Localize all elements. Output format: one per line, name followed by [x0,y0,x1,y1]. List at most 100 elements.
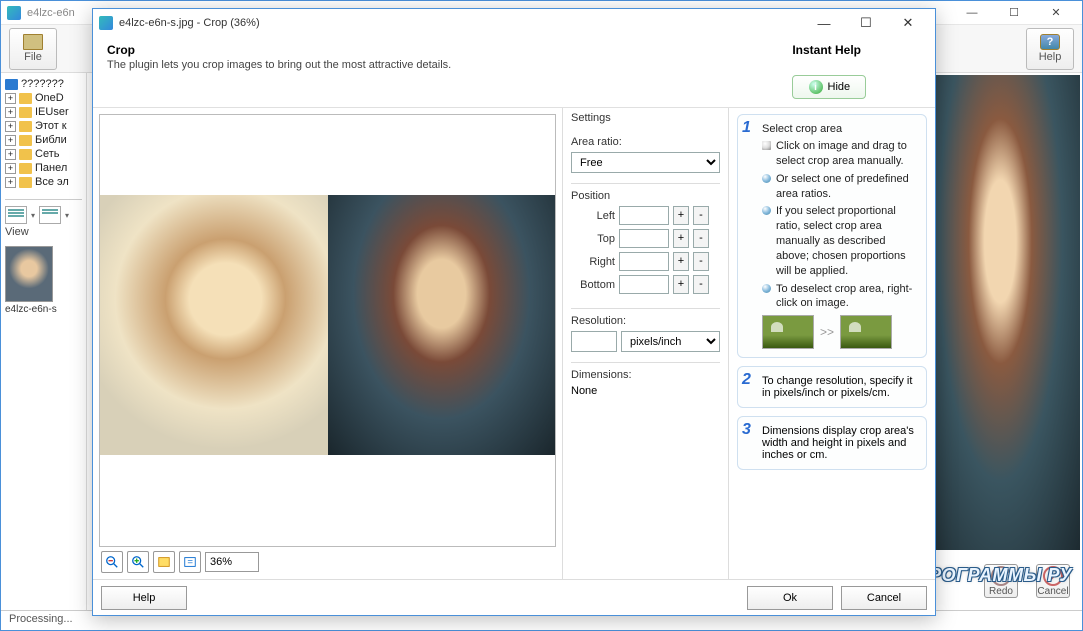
tree-item-label: Панел [35,162,67,174]
computer-icon [5,79,18,90]
resolution-unit-select[interactable]: pixels/inch [621,331,720,352]
right-plus-button[interactable]: + [673,252,689,271]
expand-icon[interactable]: + [5,135,16,146]
expand-icon[interactable]: + [5,163,16,174]
arrow-icon: >> [820,325,834,339]
tree-item[interactable]: + Панел [5,161,82,175]
help-bullet: To deselect crop area, right-click on im… [762,282,918,312]
help-button[interactable]: ? Help [1026,28,1074,70]
settings-header: Settings [571,112,720,124]
preview-frame[interactable] [99,114,556,547]
tree-item-label: Этот к [35,120,67,132]
view-label: View [5,226,82,238]
expand-icon[interactable]: + [5,93,16,104]
dimensions-value: None [571,385,597,397]
top-minus-button[interactable]: - [693,229,709,248]
top-input[interactable] [619,229,669,248]
svg-text:=: = [187,557,193,568]
dialog-title-text: e4lzc-e6n-s.jpg - Crop (36%) [119,17,803,29]
bottom-minus-button[interactable]: - [693,275,709,294]
tree-item-label: IEUser [35,106,69,118]
fit-icon [157,555,171,569]
parent-close-button[interactable]: ✕ [1036,2,1076,24]
dialog-help-label: Help [133,592,156,604]
bottom-plus-button[interactable]: + [673,275,689,294]
app-icon [7,6,21,20]
parent-maximize-button[interactable]: ☐ [994,2,1034,24]
help-thumb-after [840,315,892,349]
expand-icon[interactable]: + [5,121,16,132]
folder-icon [19,163,32,174]
help-step-2: 2 To change resolution, specify it in pi… [737,366,927,408]
resolution-label: Resolution: [571,315,720,327]
left-input[interactable] [619,206,669,225]
position-header: Position [571,190,720,202]
zoom-input[interactable] [205,552,259,572]
dialog-help-button[interactable]: Help [101,586,187,610]
dialog-titlebar[interactable]: e4lzc-e6n-s.jpg - Crop (36%) — ☐ ✕ [93,9,935,37]
ok-button[interactable]: Ok [747,586,833,610]
right-minus-button[interactable]: - [693,252,709,271]
dimensions-label: Dimensions: [571,369,720,381]
help-icon: ? [1040,34,1060,50]
actual-size-button[interactable]: = [179,551,201,573]
step-number: 1 [742,119,751,137]
preview-right-half [328,195,556,455]
thumbnail[interactable] [5,246,53,302]
left-plus-button[interactable]: + [673,206,689,225]
right-input[interactable] [619,252,669,271]
help-step-1: 1 Select crop area Click on image and dr… [737,114,927,358]
help-bullet: Click on image and drag to select crop a… [762,139,918,169]
resolution-input[interactable] [571,331,617,352]
tree-item[interactable]: +OneD [5,91,82,105]
tree-item[interactable]: +Сеть [5,147,82,161]
expand-icon[interactable]: + [5,177,16,188]
dialog-footer: Help Ok Cancel [93,579,935,615]
info-icon: i [809,80,823,94]
expand-icon[interactable]: + [5,149,16,160]
tree-root-label: ??????? [21,78,64,90]
tree-item[interactable]: + IEUser [5,105,82,119]
help-thumbnails: >> [762,315,918,349]
preview-image[interactable] [100,195,555,455]
folder-icon [19,177,32,188]
dialog-close-button[interactable]: ✕ [887,10,929,36]
bottom-input[interactable] [619,275,669,294]
help-thumb-before [762,315,814,349]
help-step2-text: To change resolution, specify it in pixe… [762,375,918,399]
tree-root[interactable]: ??????? [5,77,82,91]
area-ratio-select[interactable]: Free [571,152,720,173]
ok-label: Ok [783,592,797,604]
parent-minimize-button[interactable]: — [952,2,992,24]
zoom-out-button[interactable] [101,551,123,573]
view-mode-icon[interactable] [39,206,61,224]
folder-icon [19,135,32,146]
top-plus-button[interactable]: + [673,229,689,248]
help-step1-title: Select crop area [762,123,918,135]
fit-screen-button[interactable] [153,551,175,573]
view-mode-icon[interactable] [5,206,27,224]
file-button[interactable]: File [9,28,57,70]
dialog-header: Crop The plugin lets you crop images to … [93,37,935,108]
tree-item[interactable]: +Библи [5,133,82,147]
zoom-out-icon [105,555,119,569]
cancel-dialog-button[interactable]: Cancel [841,586,927,610]
expand-icon[interactable]: + [5,107,16,118]
hide-button-label: Hide [828,81,851,93]
left-minus-button[interactable]: - [693,206,709,225]
zoom-in-button[interactable] [127,551,149,573]
preview-column: = [93,108,563,579]
dialog-minimize-button[interactable]: — [803,10,845,36]
tree-item[interactable]: +Все эл [5,175,82,189]
dialog-maximize-button[interactable]: ☐ [845,10,887,36]
zoom-toolbar: = [97,549,558,575]
step-number: 3 [742,421,751,439]
sidebar: ??????? +OneD + IEUser + Этот к +Библи +Се… [1,73,87,610]
settings-column: Settings Area ratio: Free Position Left+… [563,108,729,579]
cancel-dialog-label: Cancel [867,592,901,604]
crop-dialog: e4lzc-e6n-s.jpg - Crop (36%) — ☐ ✕ Crop … [92,8,936,616]
folder-icon [19,107,32,118]
hide-button[interactable]: i Hide [792,75,866,99]
tree-item[interactable]: + Этот к [5,119,82,133]
folder-icon [19,93,32,104]
